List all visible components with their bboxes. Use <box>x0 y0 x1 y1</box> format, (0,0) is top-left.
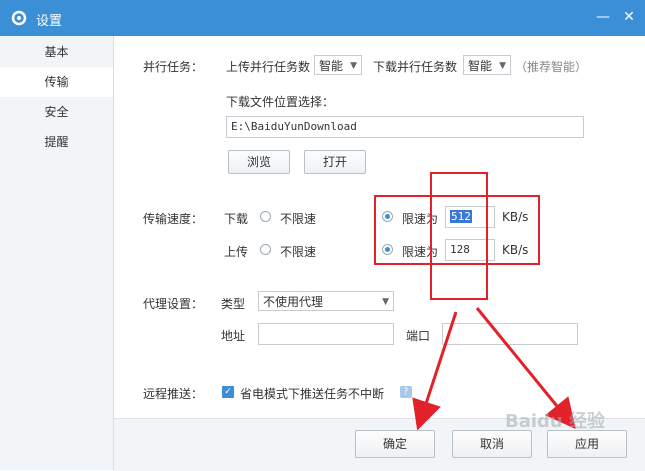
baidu-watermark-logo: Baidu 经验 <box>505 411 606 432</box>
annotation-arrows <box>412 307 576 431</box>
arrow-to-ok-icon <box>412 311 458 431</box>
arrow-to-apply-icon <box>475 307 576 429</box>
